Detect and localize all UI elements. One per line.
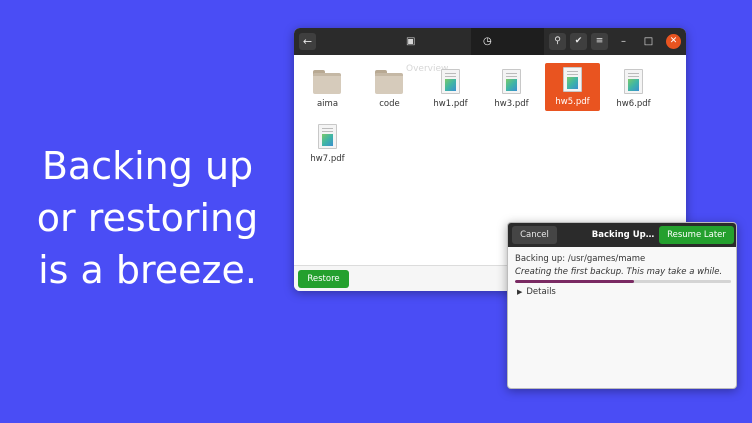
hamburger-menu-icon: ≡: [595, 36, 604, 46]
file-item-selected[interactable]: hw5.pdf: [545, 63, 600, 111]
search-icon: ⚲: [554, 36, 561, 46]
dialog-header-bar: Cancel Backing Up… Resume Later: [508, 223, 736, 247]
restore-button[interactable]: Restore: [298, 270, 349, 288]
tab-restore[interactable]: ◷Restore: [471, 28, 544, 74]
pdf-file-icon: [318, 124, 337, 149]
file-name: aima: [316, 99, 339, 109]
pdf-file-icon: [502, 69, 521, 94]
file-item[interactable]: aima: [300, 65, 355, 113]
cancel-button[interactable]: Cancel: [512, 226, 557, 244]
progress-bar-fill: [515, 280, 634, 283]
overview-icon: ▣: [406, 36, 416, 47]
backup-progress-dialog: Cancel Backing Up… Resume Later Backing …: [507, 222, 737, 389]
file-item[interactable]: hw7.pdf: [300, 120, 355, 168]
search-button[interactable]: ⚲: [549, 33, 566, 50]
file-name: hw1.pdf: [433, 99, 468, 109]
select-button[interactable]: ✔: [570, 33, 587, 50]
tagline-line-1: Backing up: [41, 144, 254, 188]
tab-overview[interactable]: ▣Overview: [394, 28, 471, 74]
expander-arrow-icon: ▶: [517, 288, 523, 296]
pdf-file-icon: [563, 67, 582, 92]
file-name: code: [379, 99, 400, 109]
back-arrow-icon: ←: [302, 35, 313, 48]
backup-note-text: Creating the first backup. This may take…: [515, 267, 723, 277]
file-name: hw6.pdf: [616, 99, 651, 109]
file-name: hw7.pdf: [310, 154, 345, 164]
folder-icon: [375, 70, 403, 94]
dialog-title: Backing Up…: [591, 230, 655, 240]
pdf-file-icon: [441, 69, 460, 94]
file-item[interactable]: hw3.pdf: [484, 65, 539, 113]
tagline-line-2: or restoring: [36, 196, 259, 240]
file-item[interactable]: code: [362, 65, 417, 113]
maximize-icon: □: [643, 36, 654, 47]
back-button[interactable]: ←: [299, 33, 316, 50]
header-bar: ← ▣Overview ◷Restore ⚲ ✔ ≡ – □ ✕: [294, 28, 686, 74]
resume-later-button[interactable]: Resume Later: [659, 226, 734, 244]
pdf-file-icon: [624, 69, 643, 94]
backup-status-text: Backing up: /usr/games/mame: [515, 254, 646, 264]
menu-button[interactable]: ≡: [591, 33, 608, 50]
minimize-button[interactable]: –: [616, 34, 631, 49]
history-icon: ◷: [483, 36, 492, 47]
close-button[interactable]: ✕: [666, 34, 681, 49]
progress-bar: [515, 280, 731, 283]
tagline-line-3: is a breeze.: [38, 248, 257, 292]
details-expander[interactable]: ▶ Details: [517, 287, 556, 297]
tagline: Backing up or restoring is a breeze.: [20, 140, 275, 296]
details-label: Details: [526, 287, 556, 297]
file-name: hw5.pdf: [555, 97, 590, 107]
close-icon: ✕: [669, 36, 678, 46]
minimize-icon: –: [621, 36, 626, 47]
check-icon: ✔: [574, 36, 583, 46]
maximize-button[interactable]: □: [641, 34, 656, 49]
folder-icon: [313, 70, 341, 94]
file-item[interactable]: hw1.pdf: [423, 65, 478, 113]
file-name: hw3.pdf: [494, 99, 529, 109]
file-item[interactable]: hw6.pdf: [606, 65, 661, 113]
